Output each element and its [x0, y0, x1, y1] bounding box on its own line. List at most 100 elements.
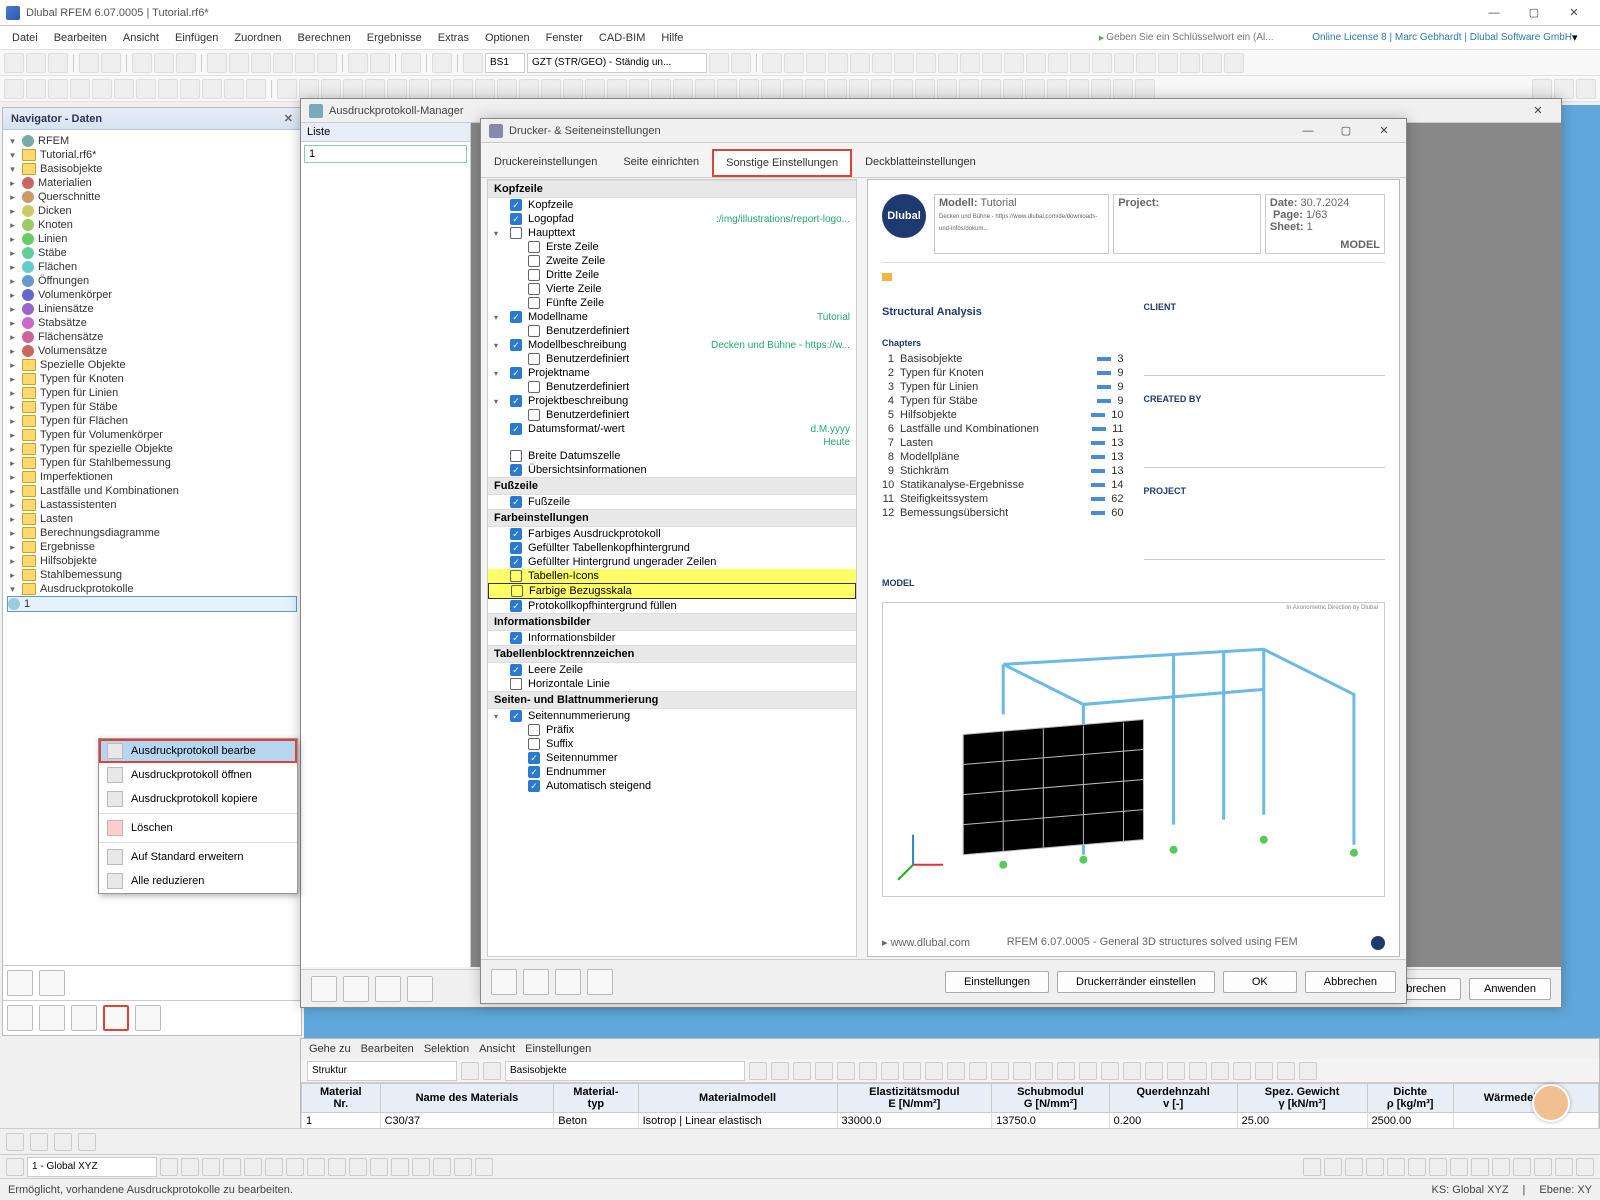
table-cell[interactable]: Beton	[554, 1113, 638, 1130]
cb-seitennummer[interactable]: ✓	[528, 752, 540, 764]
cb-datumsformat[interactable]: ✓	[510, 423, 522, 435]
tb-save-icon[interactable]	[48, 53, 68, 73]
tb2-10-icon[interactable]	[224, 79, 244, 99]
table-cell[interactable]: 33000.0	[837, 1113, 992, 1130]
st-btn-5-icon[interactable]	[265, 1158, 283, 1176]
tab-deckblatt[interactable]: Deckblatteinstellungen	[852, 149, 989, 177]
tb2b-14-icon[interactable]	[585, 79, 605, 99]
tb-paste-icon[interactable]	[154, 53, 174, 73]
tree-basis-12[interactable]: Volumensätze	[38, 345, 107, 357]
bs-combo[interactable]: BS1	[485, 53, 525, 73]
tbl-btn-1-icon[interactable]	[815, 1062, 833, 1080]
tb-misc-10-icon[interactable]	[982, 53, 1002, 73]
st-btn-2-icon[interactable]	[202, 1158, 220, 1176]
tree-basis-1[interactable]: Querschnitte	[38, 191, 100, 203]
pset-zoom-icon[interactable]	[491, 969, 517, 995]
cb-prefix[interactable]	[528, 724, 540, 736]
tb-undo-icon[interactable]	[79, 53, 99, 73]
tree-rest-14[interactable]: Hilfsobjekte	[40, 555, 97, 567]
tbl-btn-13-icon[interactable]	[1079, 1062, 1097, 1080]
cb-suffix[interactable]	[528, 738, 540, 750]
st-rbtn-4-icon[interactable]	[1387, 1158, 1405, 1176]
tb2b-38-icon[interactable]	[1113, 79, 1133, 99]
tb2-0-icon[interactable]	[4, 79, 24, 99]
tree-basis-7[interactable]: Öffnungen	[38, 275, 89, 287]
tb-copy-icon[interactable]	[132, 53, 152, 73]
tbl-btn-0-icon[interactable]	[793, 1062, 811, 1080]
tb-misc-18-icon[interactable]	[1158, 53, 1178, 73]
tbl-btn-23-icon[interactable]	[1299, 1062, 1317, 1080]
cb-z5[interactable]	[528, 297, 540, 309]
tb-misc-7-icon[interactable]	[916, 53, 936, 73]
table-combo1[interactable]: Struktur	[307, 1061, 457, 1081]
tb-misc-6-icon[interactable]	[894, 53, 914, 73]
tb2-min-icon[interactable]	[1532, 79, 1552, 99]
menu-dropdown-button[interactable]: ▾	[1572, 31, 1596, 44]
menu-datei[interactable]: Datei	[4, 29, 46, 47]
tb-misc-1-icon[interactable]	[784, 53, 804, 73]
st-rbtn-11-icon[interactable]	[1534, 1158, 1552, 1176]
tb-results-icon[interactable]	[463, 53, 483, 73]
st-icon0[interactable]	[6, 1158, 24, 1176]
tab-druckereinstellungen[interactable]: Druckereinstellungen	[481, 149, 610, 177]
tab-sonstige[interactable]: Sonstige Einstellungen	[712, 149, 852, 177]
cb-auto[interactable]: ✓	[528, 780, 540, 792]
tb2-6-icon[interactable]	[136, 79, 156, 99]
st-rbtn-0-icon[interactable]	[1303, 1158, 1321, 1176]
tb2-11-icon[interactable]	[246, 79, 266, 99]
menu-ergebnisse[interactable]: Ergebnisse	[359, 29, 430, 47]
tree-rest-15[interactable]: Stahlbemessung	[40, 569, 122, 581]
pset-einstellungen-button[interactable]: Einstellungen	[945, 971, 1049, 993]
st-rbtn-8-icon[interactable]	[1471, 1158, 1489, 1176]
tbl-btn-3-icon[interactable]	[859, 1062, 877, 1080]
menu-zuordnen[interactable]: Zuordnen	[226, 29, 289, 47]
tbl-btn-12-icon[interactable]	[1057, 1062, 1075, 1080]
cb-z1[interactable]	[528, 241, 540, 253]
st-btn-4-icon[interactable]	[244, 1158, 262, 1176]
tb2b-31-icon[interactable]	[959, 79, 979, 99]
tb-misc-13-icon[interactable]	[1048, 53, 1068, 73]
st-rbtn-6-icon[interactable]	[1429, 1158, 1447, 1176]
tb2-max-icon[interactable]	[1554, 79, 1574, 99]
tb-view1-icon[interactable]	[207, 53, 227, 73]
tb-new-icon[interactable]	[4, 53, 24, 73]
tb2b-17-icon[interactable]	[651, 79, 671, 99]
tb2-7-icon[interactable]	[158, 79, 178, 99]
cb-modellbeschr[interactable]: ✓	[510, 339, 522, 351]
tb2b-3-icon[interactable]	[343, 79, 363, 99]
st-btn-8-icon[interactable]	[328, 1158, 346, 1176]
tmenu-bearbeiten[interactable]: Bearbeiten	[361, 1043, 414, 1055]
cb-benutzer4[interactable]	[528, 409, 540, 421]
tb2b-26-icon[interactable]	[849, 79, 869, 99]
tb-prev-icon[interactable]	[709, 53, 729, 73]
tree-rest-0[interactable]: Spezielle Objekte	[40, 359, 126, 371]
tree-basis-2[interactable]: Dicken	[38, 205, 72, 217]
table-cell[interactable]: 1	[302, 1113, 381, 1130]
grp-kopfzeile[interactable]: Kopfzeile	[494, 183, 543, 195]
cb-leere[interactable]: ✓	[510, 664, 522, 676]
tree-rest-9[interactable]: Lastfälle und Kombinationen	[40, 485, 179, 497]
st-btn-15-icon[interactable]	[475, 1158, 493, 1176]
table-cell[interactable]: 2500.00	[1367, 1113, 1453, 1130]
tbl-btn-11-icon[interactable]	[1035, 1062, 1053, 1080]
tbl-btn-6-icon[interactable]	[925, 1062, 943, 1080]
menu-einfuegen[interactable]: Einfügen	[167, 29, 226, 47]
cb-projektname[interactable]: ✓	[510, 367, 522, 379]
nav-refresh-icon[interactable]	[39, 1005, 65, 1031]
table-cell[interactable]: Isotrop | Linear elastisch	[638, 1113, 837, 1130]
tb2-4-icon[interactable]	[92, 79, 112, 99]
tree-basis-3[interactable]: Knoten	[38, 219, 73, 231]
tbl-btn-4-icon[interactable]	[881, 1062, 899, 1080]
pset-cancel-button[interactable]: Abbrechen	[1305, 971, 1396, 993]
st-btn-10-icon[interactable]	[370, 1158, 388, 1176]
tree-rest-12[interactable]: Berechnungsdiagramme	[40, 527, 160, 539]
tbl-btn-21-icon[interactable]	[1255, 1062, 1273, 1080]
tb2b-15-icon[interactable]	[607, 79, 627, 99]
material-table[interactable]: MaterialNr.Name des MaterialsMaterial-ty…	[301, 1083, 1599, 1130]
st-rbtn-13-icon[interactable]	[1576, 1158, 1594, 1176]
tb2b-1-icon[interactable]	[299, 79, 319, 99]
cb-benutzer3[interactable]	[528, 381, 540, 393]
tb2b-18-icon[interactable]	[673, 79, 693, 99]
tb-misc-15-icon[interactable]	[1092, 53, 1112, 73]
cb-haupttext[interactable]	[510, 227, 522, 239]
